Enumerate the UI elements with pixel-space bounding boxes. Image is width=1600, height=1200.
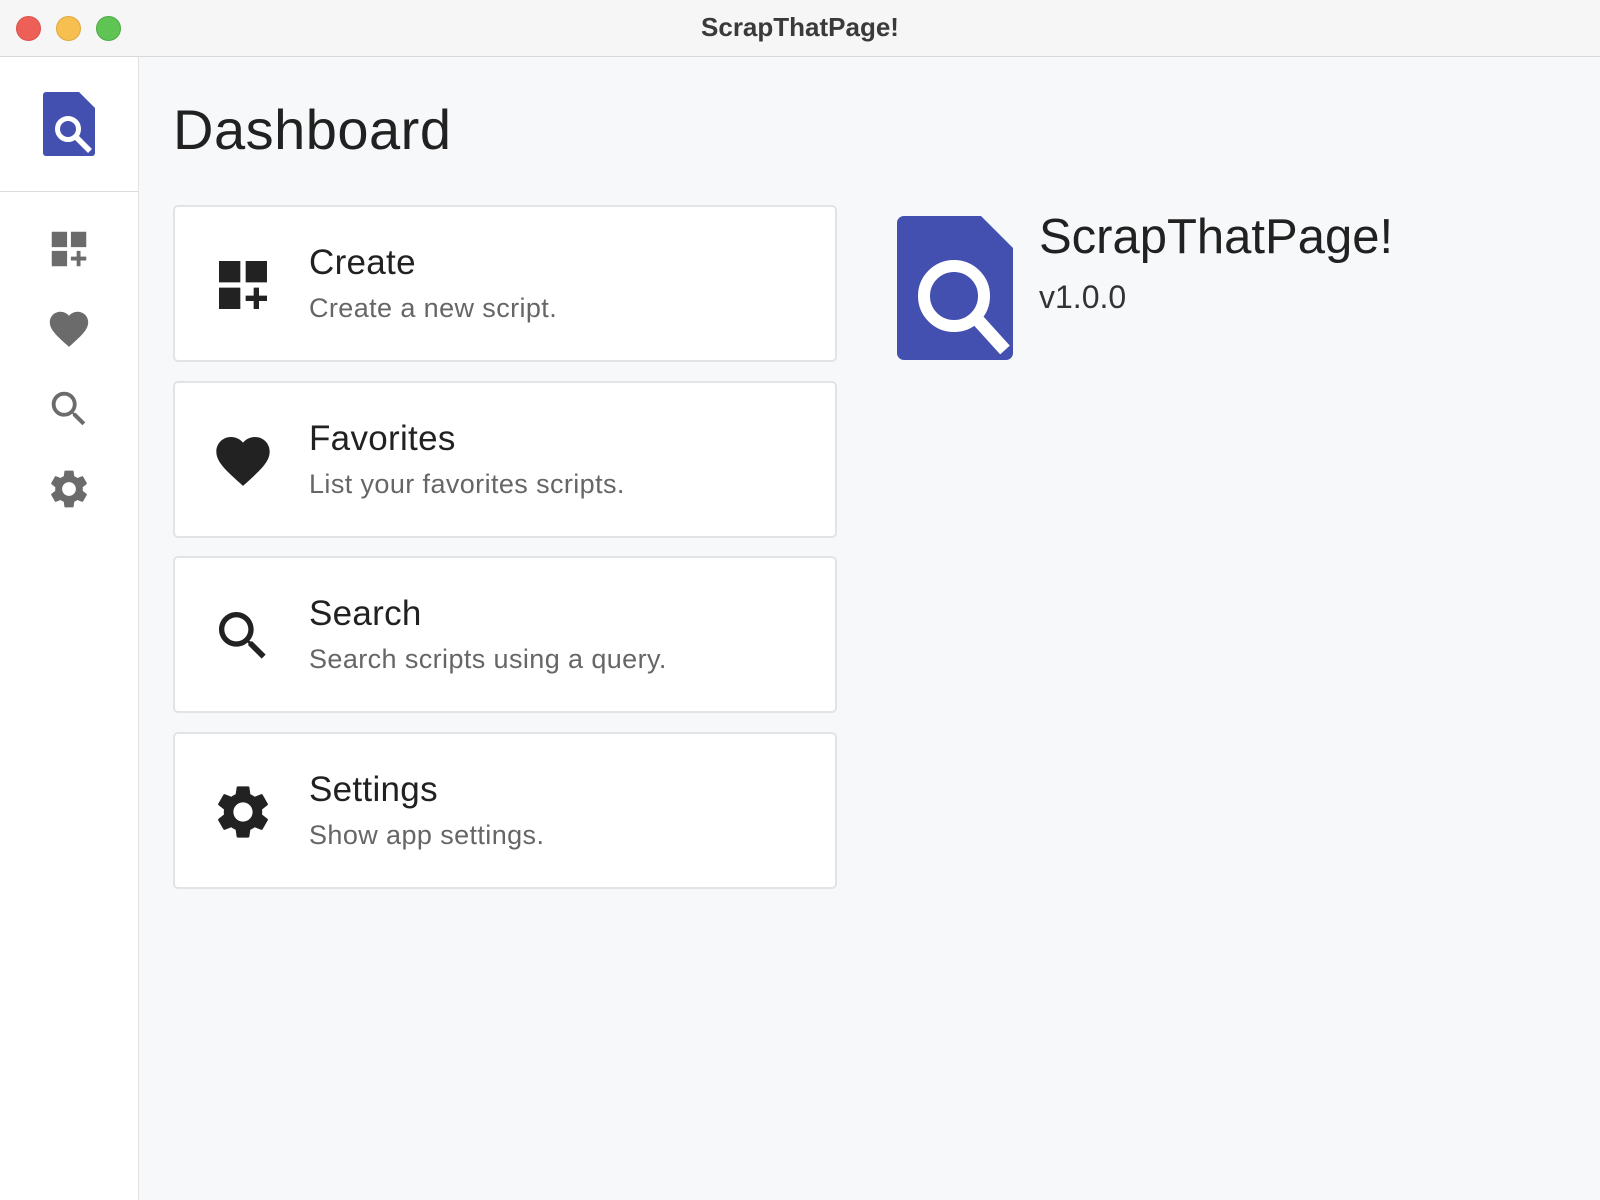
settings-card-icon xyxy=(211,780,275,844)
search-card[interactable]: Search Search scripts using a query. xyxy=(173,556,837,713)
favorites-card-icon xyxy=(211,429,275,493)
app-version: v1.0.0 xyxy=(1039,279,1127,315)
card-description: Search scripts using a query. xyxy=(309,644,667,674)
create-card[interactable]: Create Create a new script. xyxy=(173,205,837,362)
favorites-card[interactable]: Favorites List your favorites scripts. xyxy=(173,381,837,538)
gear-icon xyxy=(51,470,87,508)
main-content: Dashboard Create Create a new script. Fa… xyxy=(139,57,1600,1200)
app-window: ScrapThatPage! Dashboard Create Create a… xyxy=(0,0,1600,1200)
card-description: Create a new script. xyxy=(309,293,558,323)
title-bar: ScrapThatPage! xyxy=(0,0,1600,57)
card-title: Favorites xyxy=(309,419,456,458)
sidebar-item-search[interactable] xyxy=(39,379,99,439)
sidebar-item-favorites[interactable] xyxy=(39,299,99,359)
app-name: ScrapThatPage! xyxy=(1039,210,1394,264)
page-title: Dashboard xyxy=(173,98,452,161)
dashboard-add-icon xyxy=(51,231,87,267)
sidebar-item-settings[interactable] xyxy=(39,459,99,519)
search-card-icon xyxy=(211,604,275,668)
heart-icon xyxy=(216,437,270,486)
settings-card[interactable]: Settings Show app settings. xyxy=(173,732,837,889)
card-description: List your favorites scripts. xyxy=(309,469,625,499)
card-title: Search xyxy=(309,594,422,633)
card-description: Show app settings. xyxy=(309,820,545,850)
gear-icon xyxy=(218,786,268,838)
sidebar-logo[interactable] xyxy=(0,57,138,192)
create-card-icon xyxy=(211,253,275,317)
card-title: Create xyxy=(309,243,416,282)
search-icon xyxy=(51,391,86,426)
app-logo-icon xyxy=(43,92,95,156)
dashboard-add-icon xyxy=(219,261,267,309)
heart-icon xyxy=(49,311,89,347)
card-title: Settings xyxy=(309,770,438,809)
sidebar-item-create[interactable] xyxy=(39,219,99,279)
app-logo-icon xyxy=(897,216,1013,360)
search-icon xyxy=(219,612,266,659)
sidebar xyxy=(0,57,139,1200)
window-title: ScrapThatPage! xyxy=(701,12,899,42)
